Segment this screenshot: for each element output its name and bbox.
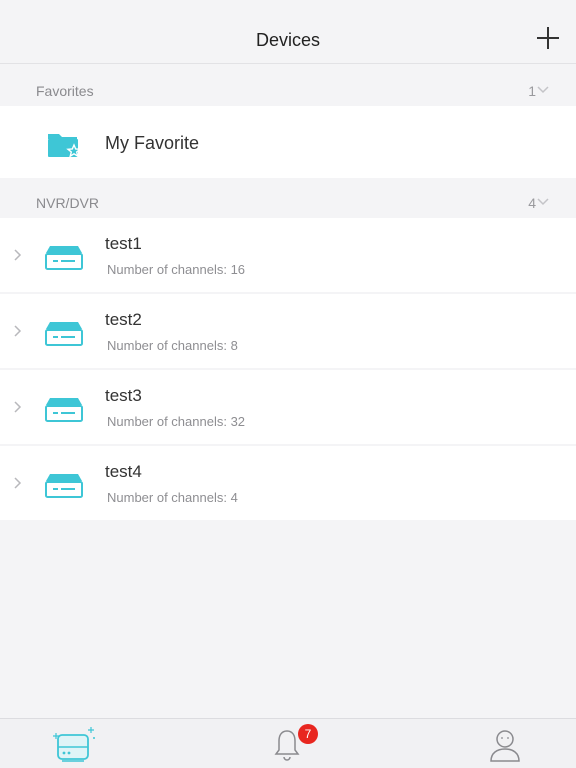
chevron-right-icon[interactable] xyxy=(13,400,23,414)
tab-bar: 7 xyxy=(0,718,576,768)
device-row[interactable]: test2 Number of channels: 8 xyxy=(0,294,576,368)
notification-badge: 7 xyxy=(298,724,318,744)
device-channels: Number of channels: 32 xyxy=(107,414,246,429)
chevron-down-icon xyxy=(537,198,549,206)
nvr-section-header[interactable]: NVR/DVR 4 xyxy=(0,178,576,218)
devices-screen: Devices Favorites 1 My Favorite NVR/DVR … xyxy=(0,0,576,768)
chevron-right-icon[interactable] xyxy=(13,248,23,262)
chevron-down-icon xyxy=(537,86,549,94)
device-name: test4 xyxy=(105,462,142,481)
device-channels: Number of channels: 4 xyxy=(107,490,238,505)
device-name: test3 xyxy=(105,386,142,405)
nvr-count: 4 xyxy=(528,195,536,211)
nvr-device-icon xyxy=(45,398,83,422)
user-icon xyxy=(490,730,520,762)
favorites-count: 1 xyxy=(528,83,536,99)
nvr-device-icon xyxy=(45,322,83,346)
device-name: test1 xyxy=(105,234,142,253)
favorites-section-header[interactable]: Favorites 1 xyxy=(0,66,576,106)
favorite-label: My Favorite xyxy=(105,133,200,153)
devices-tab-icon xyxy=(53,727,95,762)
section-label-nvr: NVR/DVR xyxy=(36,195,100,211)
device-channels: Number of channels: 16 xyxy=(107,262,246,277)
device-row[interactable]: test1 Number of channels: 16 xyxy=(0,218,576,292)
chevron-right-icon[interactable] xyxy=(13,324,23,338)
nvr-device-icon xyxy=(45,246,83,270)
add-device-button[interactable] xyxy=(534,24,562,52)
device-row[interactable]: test3 Number of channels: 32 xyxy=(0,370,576,444)
plus-icon xyxy=(537,27,559,49)
nav-header: Devices xyxy=(0,0,576,64)
tab-devices[interactable] xyxy=(34,719,114,768)
device-row[interactable]: test4 Number of channels: 4 xyxy=(0,446,576,520)
nvr-device-icon xyxy=(45,474,83,498)
device-name: test2 xyxy=(105,310,142,329)
page-title: Devices xyxy=(255,30,321,50)
device-channels: Number of channels: 8 xyxy=(107,338,238,353)
section-label-favorites: Favorites xyxy=(36,83,94,99)
tab-notifications[interactable]: 7 xyxy=(248,719,328,768)
favorite-folder-icon xyxy=(48,134,82,158)
favorite-item[interactable]: My Favorite xyxy=(0,106,576,178)
chevron-right-icon[interactable] xyxy=(13,476,23,490)
tab-profile[interactable] xyxy=(466,719,546,768)
